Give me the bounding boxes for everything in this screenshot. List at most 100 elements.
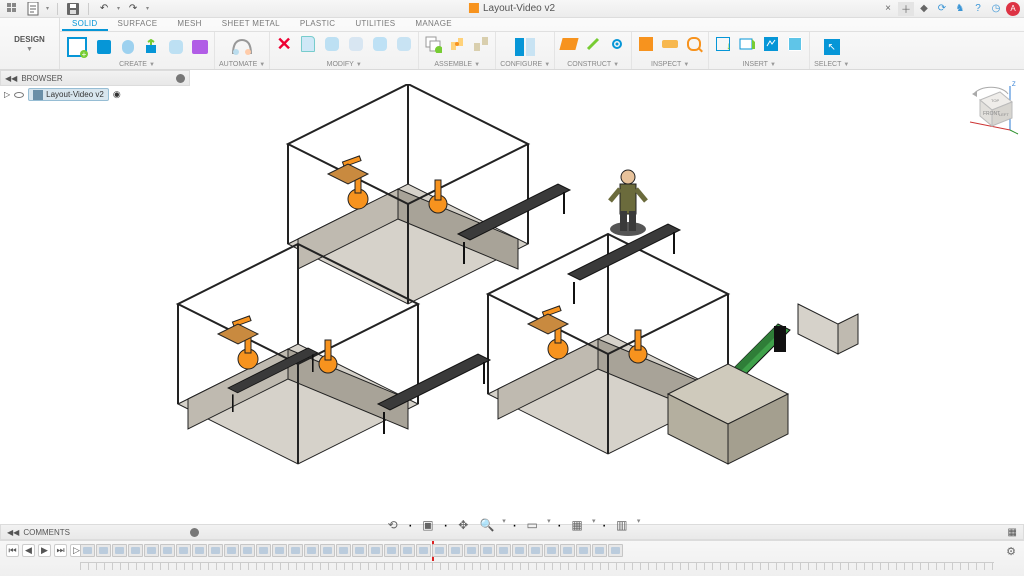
cylinder-icon[interactable]	[118, 37, 138, 57]
timeline-feature[interactable]	[544, 544, 559, 557]
timeline-settings-icon[interactable]: ⚙	[1006, 545, 1016, 558]
timeline-feature[interactable]	[352, 544, 367, 557]
save-icon[interactable]	[66, 2, 80, 16]
plane-icon[interactable]	[559, 34, 579, 54]
insert-derive-icon[interactable]	[713, 34, 733, 54]
job-status-icon[interactable]: ⟳	[934, 2, 950, 16]
timeline-feature[interactable]	[464, 544, 479, 557]
timeline-feature[interactable]	[288, 544, 303, 557]
browser-root-row[interactable]: ▷ Layout-Video v2 ◉	[0, 86, 190, 103]
viewport[interactable]	[0, 70, 1024, 522]
delete-icon[interactable]: ✕	[274, 34, 294, 54]
browser-header[interactable]: ◀◀ BROWSER	[0, 70, 190, 86]
timeline-feature[interactable]	[144, 544, 159, 557]
undo-icon[interactable]: ↶	[97, 2, 111, 16]
select-icon[interactable]: ↖	[819, 34, 845, 60]
timeline-start-icon[interactable]: ⏮	[6, 544, 19, 557]
timeline-feature[interactable]	[176, 544, 191, 557]
timeline-feature[interactable]	[448, 544, 463, 557]
configure-icon[interactable]	[512, 34, 538, 60]
display-settings-icon[interactable]: ▭	[523, 517, 541, 533]
timeline-track[interactable]	[80, 544, 994, 557]
timeline-feature[interactable]	[400, 544, 415, 557]
iprops-icon[interactable]	[636, 34, 656, 54]
orbit-icon[interactable]: ⟲	[384, 517, 402, 533]
timeline-feature[interactable]	[496, 544, 511, 557]
timeline-feature[interactable]	[272, 544, 287, 557]
pan-icon[interactable]: ✥	[454, 517, 472, 533]
file-menu-icon[interactable]	[26, 2, 40, 16]
viewcube[interactable]: Z FRONT TOP LEFT	[964, 80, 1008, 124]
timeline-back-icon[interactable]: ◀	[22, 544, 35, 557]
timeline-feature[interactable]	[528, 544, 543, 557]
press-pull-icon[interactable]	[298, 34, 318, 54]
timeline-feature[interactable]	[336, 544, 351, 557]
redo-icon[interactable]: ↷	[126, 2, 140, 16]
tab-surface[interactable]: SURFACE	[108, 18, 168, 31]
timeline-feature[interactable]	[96, 544, 111, 557]
expand-icon[interactable]: ▷	[4, 90, 10, 99]
updates-icon[interactable]: ◷	[988, 2, 1004, 16]
timeline-feature[interactable]	[112, 544, 127, 557]
revolve-icon[interactable]	[166, 37, 186, 57]
timeline-feature[interactable]	[192, 544, 207, 557]
point-icon[interactable]	[607, 34, 627, 54]
new-tab-icon[interactable]: ＋	[898, 2, 914, 16]
timeline-feature[interactable]	[480, 544, 495, 557]
activate-icon[interactable]: ◉	[113, 89, 121, 100]
timeline-feature[interactable]	[208, 544, 223, 557]
joint-icon[interactable]	[447, 34, 467, 54]
grid-snap-icon[interactable]: ▦	[568, 517, 586, 533]
notifications-icon[interactable]: ♞	[952, 2, 968, 16]
look-at-icon[interactable]: ▣	[419, 517, 437, 533]
timeline-fwd-icon[interactable]: ▶	[38, 544, 51, 557]
timeline-end-icon[interactable]: ⏭	[54, 544, 67, 557]
viewports-icon[interactable]: ▥	[613, 517, 631, 533]
form-icon[interactable]	[190, 37, 210, 57]
tab-sheet-metal[interactable]: SHEET METAL	[212, 18, 290, 31]
timeline-feature[interactable]	[576, 544, 591, 557]
timeline-feature[interactable]	[512, 544, 527, 557]
workspace-switcher[interactable]: DESIGN ▼	[0, 18, 60, 69]
analysis-icon[interactable]	[684, 34, 704, 54]
timeline-feature[interactable]	[160, 544, 175, 557]
panel-options-icon[interactable]	[176, 74, 185, 83]
timeline-feature[interactable]	[240, 544, 255, 557]
close-tab-icon[interactable]: ×	[880, 2, 896, 16]
insert-mcmaster-icon[interactable]	[761, 34, 781, 54]
timeline-feature[interactable]	[432, 544, 447, 557]
timeline-feature[interactable]	[224, 544, 239, 557]
collapse-left-icon[interactable]: ◀◀	[5, 74, 17, 83]
zoom-icon[interactable]: 🔍	[478, 517, 496, 533]
tab-plastic[interactable]: PLASTIC	[290, 18, 345, 31]
shell-icon[interactable]	[346, 34, 366, 54]
timeline-feature[interactable]	[384, 544, 399, 557]
timeline-feature[interactable]	[128, 544, 143, 557]
tab-mesh[interactable]: MESH	[167, 18, 211, 31]
tab-utilities[interactable]: UTILITIES	[345, 18, 405, 31]
measure-icon[interactable]	[660, 34, 680, 54]
timeline-feature[interactable]	[368, 544, 383, 557]
timeline-feature[interactable]	[256, 544, 271, 557]
new-sketch-icon[interactable]: +	[64, 34, 90, 60]
extrude-icon[interactable]	[142, 37, 162, 57]
box-icon[interactable]	[94, 37, 114, 57]
insert-decal-icon[interactable]	[737, 34, 757, 54]
help-icon[interactable]: ?	[970, 2, 986, 16]
timeline-feature[interactable]	[608, 544, 623, 557]
timeline-feature[interactable]	[592, 544, 607, 557]
timeline-feature[interactable]	[320, 544, 335, 557]
combine-icon[interactable]	[370, 34, 390, 54]
insert-mesh-icon[interactable]	[785, 34, 805, 54]
grid-settings-icon[interactable]: ▦	[1008, 527, 1017, 538]
tab-manage[interactable]: MANAGE	[405, 18, 461, 31]
visibility-icon[interactable]	[14, 92, 24, 98]
comments-options-icon[interactable]	[190, 528, 199, 537]
automate-icon[interactable]	[229, 34, 255, 60]
timeline-feature[interactable]	[80, 544, 95, 557]
as-built-joint-icon[interactable]	[471, 34, 491, 54]
user-avatar[interactable]: A	[1006, 2, 1020, 16]
collapse-left-icon[interactable]: ◀◀	[7, 528, 19, 537]
move-icon[interactable]	[394, 34, 414, 54]
timeline-feature[interactable]	[416, 544, 431, 557]
